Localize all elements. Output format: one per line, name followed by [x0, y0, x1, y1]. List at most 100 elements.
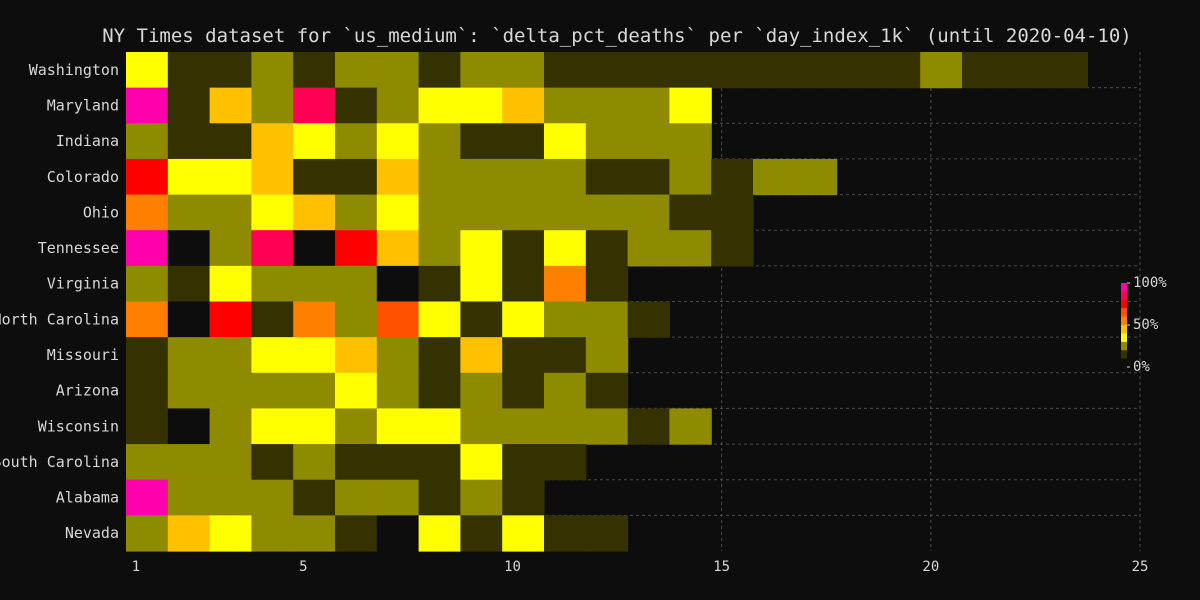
- legend-label: 100%: [1133, 275, 1167, 291]
- heatmap-cell: [962, 52, 1005, 89]
- heatmap-cell: [711, 230, 754, 267]
- heatmap-cell: [293, 123, 336, 160]
- legend-label: 0%: [1133, 359, 1150, 375]
- heatmap-cell: [418, 372, 461, 410]
- heatmap-cell: [167, 372, 211, 410]
- heatmap-cell: [460, 194, 503, 231]
- heatmap-cell: [335, 408, 378, 445]
- legend-swatch: [1121, 291, 1127, 301]
- heatmap-cell: [920, 52, 963, 89]
- row-label: Virginia: [47, 275, 119, 293]
- heatmap-cell: [711, 158, 754, 196]
- heatmap-cell: [460, 123, 503, 160]
- heatmap-cell: [418, 515, 461, 552]
- heatmap-cell: [126, 444, 169, 481]
- heatmap-cell: [209, 301, 252, 338]
- heatmap-cell: [376, 444, 420, 481]
- heatmap-cell: [335, 372, 378, 410]
- row-label: Alabama: [56, 489, 119, 507]
- heatmap-cell: [335, 444, 378, 481]
- heatmap-cell: [502, 515, 545, 552]
- heatmap-cell: [376, 337, 420, 374]
- heatmap-cell: [418, 408, 461, 445]
- heatmap-cell: [293, 194, 336, 231]
- heatmap-cell: [669, 123, 712, 160]
- heatmap-cell: [585, 515, 629, 552]
- heatmap-cell: [293, 337, 336, 374]
- heatmap-cell: [209, 444, 252, 481]
- heatmap-cell: [418, 337, 461, 374]
- heatmap-cell: [794, 158, 838, 196]
- heatmap-cell: [251, 408, 294, 445]
- heatmap-cell: [502, 301, 545, 338]
- heatmap-cell: [167, 230, 211, 267]
- heatmap-cell: [753, 158, 796, 196]
- heatmap-cell: [251, 123, 294, 160]
- heatmap-cell: [502, 265, 545, 303]
- heatmap-cell: [544, 408, 587, 445]
- row-label: Arizona: [56, 382, 119, 400]
- heatmap-cell: [836, 52, 879, 89]
- heatmap-cell: [585, 337, 629, 374]
- heatmap-cell: [460, 265, 503, 303]
- heatmap-cell: [627, 87, 670, 124]
- heatmap-cell: [293, 301, 336, 338]
- heatmap-cell: [878, 52, 921, 89]
- heatmap-cell: [544, 444, 587, 481]
- heatmap-cell: [418, 194, 461, 231]
- row-label: South Carolina: [0, 453, 119, 471]
- heatmap-cell: [376, 123, 420, 160]
- heatmap-cell: [585, 123, 629, 160]
- heatmap-cell: [502, 479, 545, 516]
- y-axis-labels: Washington Maryland Indiana Colorado Ohio Ten…: [0, 61, 119, 542]
- heatmap-cell: [335, 515, 378, 552]
- heatmap-cell: [376, 372, 420, 410]
- legend-label: 50%: [1133, 317, 1159, 333]
- heatmap-cell: [585, 301, 629, 338]
- x-tick-label: 10: [504, 559, 521, 575]
- heatmap-cell: [167, 479, 211, 516]
- heatmap-cell: [251, 372, 294, 410]
- chart-title: NY Times dataset for `us_medium`: `delta…: [102, 25, 1132, 47]
- heatmap-cell: [167, 265, 211, 303]
- heatmap-cell: [376, 301, 420, 338]
- heatmap-cell: [585, 408, 629, 445]
- heatmap-cell: [627, 158, 670, 196]
- heatmap-cell: [335, 301, 378, 338]
- heatmap-cell: [293, 515, 336, 552]
- heatmap-cell: [418, 123, 461, 160]
- heatmap-cell: [209, 372, 252, 410]
- heatmap-cell: [251, 337, 294, 374]
- heatmap-cell: [669, 194, 712, 231]
- heatmap-cell: [293, 230, 336, 267]
- heatmap-cell: [126, 479, 169, 516]
- legend-swatch: [1121, 299, 1127, 309]
- heatmap-cell: [251, 87, 294, 124]
- heatmap-cell: [335, 265, 378, 303]
- heatmap-cell: [126, 515, 169, 552]
- heatmap-cell: [585, 230, 629, 267]
- heatmap-cell: [1045, 52, 1088, 89]
- heatmap-cell: [502, 372, 545, 410]
- heatmap-cell: [544, 52, 587, 89]
- heatmap-cell: [544, 158, 587, 196]
- heatmap-cell: [376, 515, 420, 552]
- heatmap-cell: [502, 194, 545, 231]
- heatmap-cell: [460, 87, 503, 124]
- heatmap-cell: [167, 515, 211, 552]
- heatmap-cell: [544, 265, 587, 303]
- heatmap-cell: [209, 87, 252, 124]
- heatmap-cell: [293, 265, 336, 303]
- heatmap-cell: [126, 123, 169, 160]
- heatmap-cell: [418, 230, 461, 267]
- heatmap-cell: [126, 408, 169, 445]
- heatmap-cell: [460, 158, 503, 196]
- heatmap-cell: [669, 87, 712, 124]
- heatmap-cell: [251, 515, 294, 552]
- heatmap-cell: [418, 87, 461, 124]
- legend-swatch: [1121, 333, 1127, 343]
- heatmap-cell: [293, 87, 336, 124]
- heatmap-cell: [126, 87, 169, 124]
- heatmap-cell: [167, 87, 211, 124]
- heatmap-cell: [376, 52, 420, 89]
